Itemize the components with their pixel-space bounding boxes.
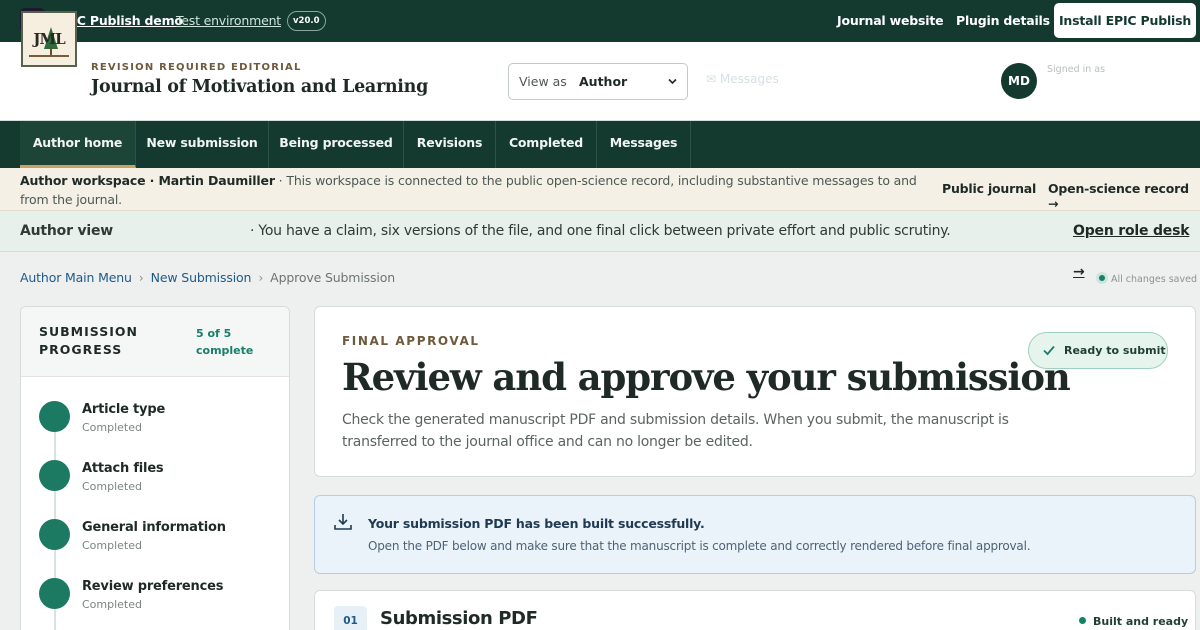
breadcrumb: Author Main Menu › New Submission › Approve … — [20, 270, 395, 285]
step-complete-icon — [39, 401, 70, 432]
breadcrumb-separator: › — [258, 270, 264, 285]
status-dot-icon — [1079, 617, 1086, 624]
progress-count: 5 of 5 complete — [196, 327, 254, 357]
submission-progress-panel: SUBMISSION PROGRESS 5 of 5 complete Arti… — [20, 306, 290, 630]
workspace-banner: Author workspace · Martin Daumiller · Th… — [0, 168, 1200, 211]
journal-logo[interactable]: JML — [21, 11, 77, 67]
tab-messages[interactable]: Messages — [597, 121, 691, 168]
step-article-type[interactable]: Article type Completed — [21, 401, 289, 460]
section-number: 01 — [334, 606, 367, 630]
step-name: General information — [82, 520, 226, 535]
step-complete-icon — [39, 519, 70, 550]
notice-title: Your submission PDF has been built succe… — [368, 516, 705, 531]
section-title: Submission PDF — [380, 608, 538, 629]
messages-link[interactable]: ✉ Messages — [706, 72, 779, 86]
submission-pdf-section: 01 Submission PDF Built and ready — [314, 590, 1196, 630]
final-approval-card: FINAL APPROVAL Review and approve your s… — [314, 306, 1196, 477]
step-attach-files[interactable]: Attach files Completed — [21, 460, 289, 519]
step-status: Completed — [82, 598, 142, 611]
view-as-value: Author — [579, 74, 628, 89]
main-nav: Author home New submission Being process… — [0, 121, 1200, 168]
breadcrumb-current: Approve Submission — [270, 270, 395, 285]
progress-header: SUBMISSION PROGRESS 5 of 5 complete — [21, 307, 289, 377]
page-title: Review and approve your submission — [342, 355, 1071, 399]
progress-title: SUBMISSION PROGRESS — [39, 324, 138, 357]
step-status: Completed — [82, 480, 142, 493]
step-complete-icon — [39, 460, 70, 491]
tab-new-submission[interactable]: New submission — [136, 121, 269, 168]
environment-link[interactable]: Test environment — [176, 0, 281, 42]
save-status-text: All changes saved — [1111, 274, 1197, 285]
top-bar: EPIC Publish demo Test environment v20.0… — [0, 0, 1200, 42]
step-complete-icon — [39, 578, 70, 609]
version-badge: v20.0 — [287, 11, 326, 31]
workspace-text: Author workspace · Martin Daumiller · Th… — [20, 171, 920, 209]
avatar[interactable]: MD — [1001, 63, 1037, 99]
workspace-title: Author workspace · Martin Daumiller — [20, 173, 275, 188]
ready-to-submit-label: Ready to submit — [1064, 344, 1166, 357]
step-name: Attach files — [82, 461, 164, 476]
approval-description: Check the generated manuscript PDF and s… — [342, 412, 1009, 450]
chevron-down-icon — [668, 78, 677, 85]
book-icon — [29, 55, 69, 60]
step-status: Completed — [82, 421, 142, 434]
step-name: Review preferences — [82, 579, 224, 594]
tab-being-processed[interactable]: Being processed — [269, 121, 404, 168]
install-button[interactable]: Install EPIC Publish — [1054, 3, 1196, 38]
pdf-built-notice: Your submission PDF has been built succe… — [314, 495, 1196, 574]
download-icon — [334, 514, 352, 530]
author-view-message: · You have a claim, six versions of the … — [250, 223, 951, 239]
breadcrumb-author-main-menu[interactable]: Author Main Menu — [20, 270, 132, 285]
author-view-title: Author view — [20, 223, 114, 239]
signed-in-label: Signed in as — [1047, 64, 1106, 75]
journal-website-link[interactable]: Journal website — [837, 0, 944, 42]
notice-text: Open the PDF below and make sure that th… — [368, 539, 1031, 553]
view-as-label: View as — [519, 74, 567, 89]
breadcrumb-new-submission[interactable]: New Submission — [151, 270, 252, 285]
view-as-select[interactable]: View as Author — [508, 63, 688, 100]
step-status: Completed — [82, 539, 142, 552]
tab-revisions[interactable]: Revisions — [404, 121, 496, 168]
ready-to-submit-badge: Ready to submit — [1028, 332, 1168, 369]
section-status: Built and ready — [1079, 615, 1188, 628]
step-review-preferences[interactable]: Review preferences Completed — [21, 578, 289, 630]
checkmark-icon — [1043, 345, 1055, 356]
save-status: All changes saved — [1096, 272, 1197, 285]
journal-overline: REVISION REQUIRED EDITORIAL — [91, 62, 302, 73]
tab-completed[interactable]: Completed — [496, 121, 597, 168]
saved-dot-icon — [1096, 272, 1108, 284]
section-status-text: Built and ready — [1093, 615, 1189, 628]
open-science-record-link[interactable]: Open-science record → — [1048, 181, 1200, 211]
step-name: Article type — [82, 402, 166, 417]
step-general-information[interactable]: General information Completed — [21, 519, 289, 578]
approval-eyebrow: FINAL APPROVAL — [342, 334, 480, 348]
breadcrumb-separator: › — [138, 270, 144, 285]
tab-author-home[interactable]: Author home — [20, 121, 136, 168]
journal-title: Journal of Motivation and Learning — [91, 77, 429, 97]
author-view-banner: Author view · You have a claim, six vers… — [0, 211, 1200, 280]
public-journal-link[interactable]: Public journal — [942, 181, 1036, 196]
plugin-details-link[interactable]: Plugin details — [956, 0, 1050, 42]
journal-logo-text: JML — [33, 30, 65, 48]
